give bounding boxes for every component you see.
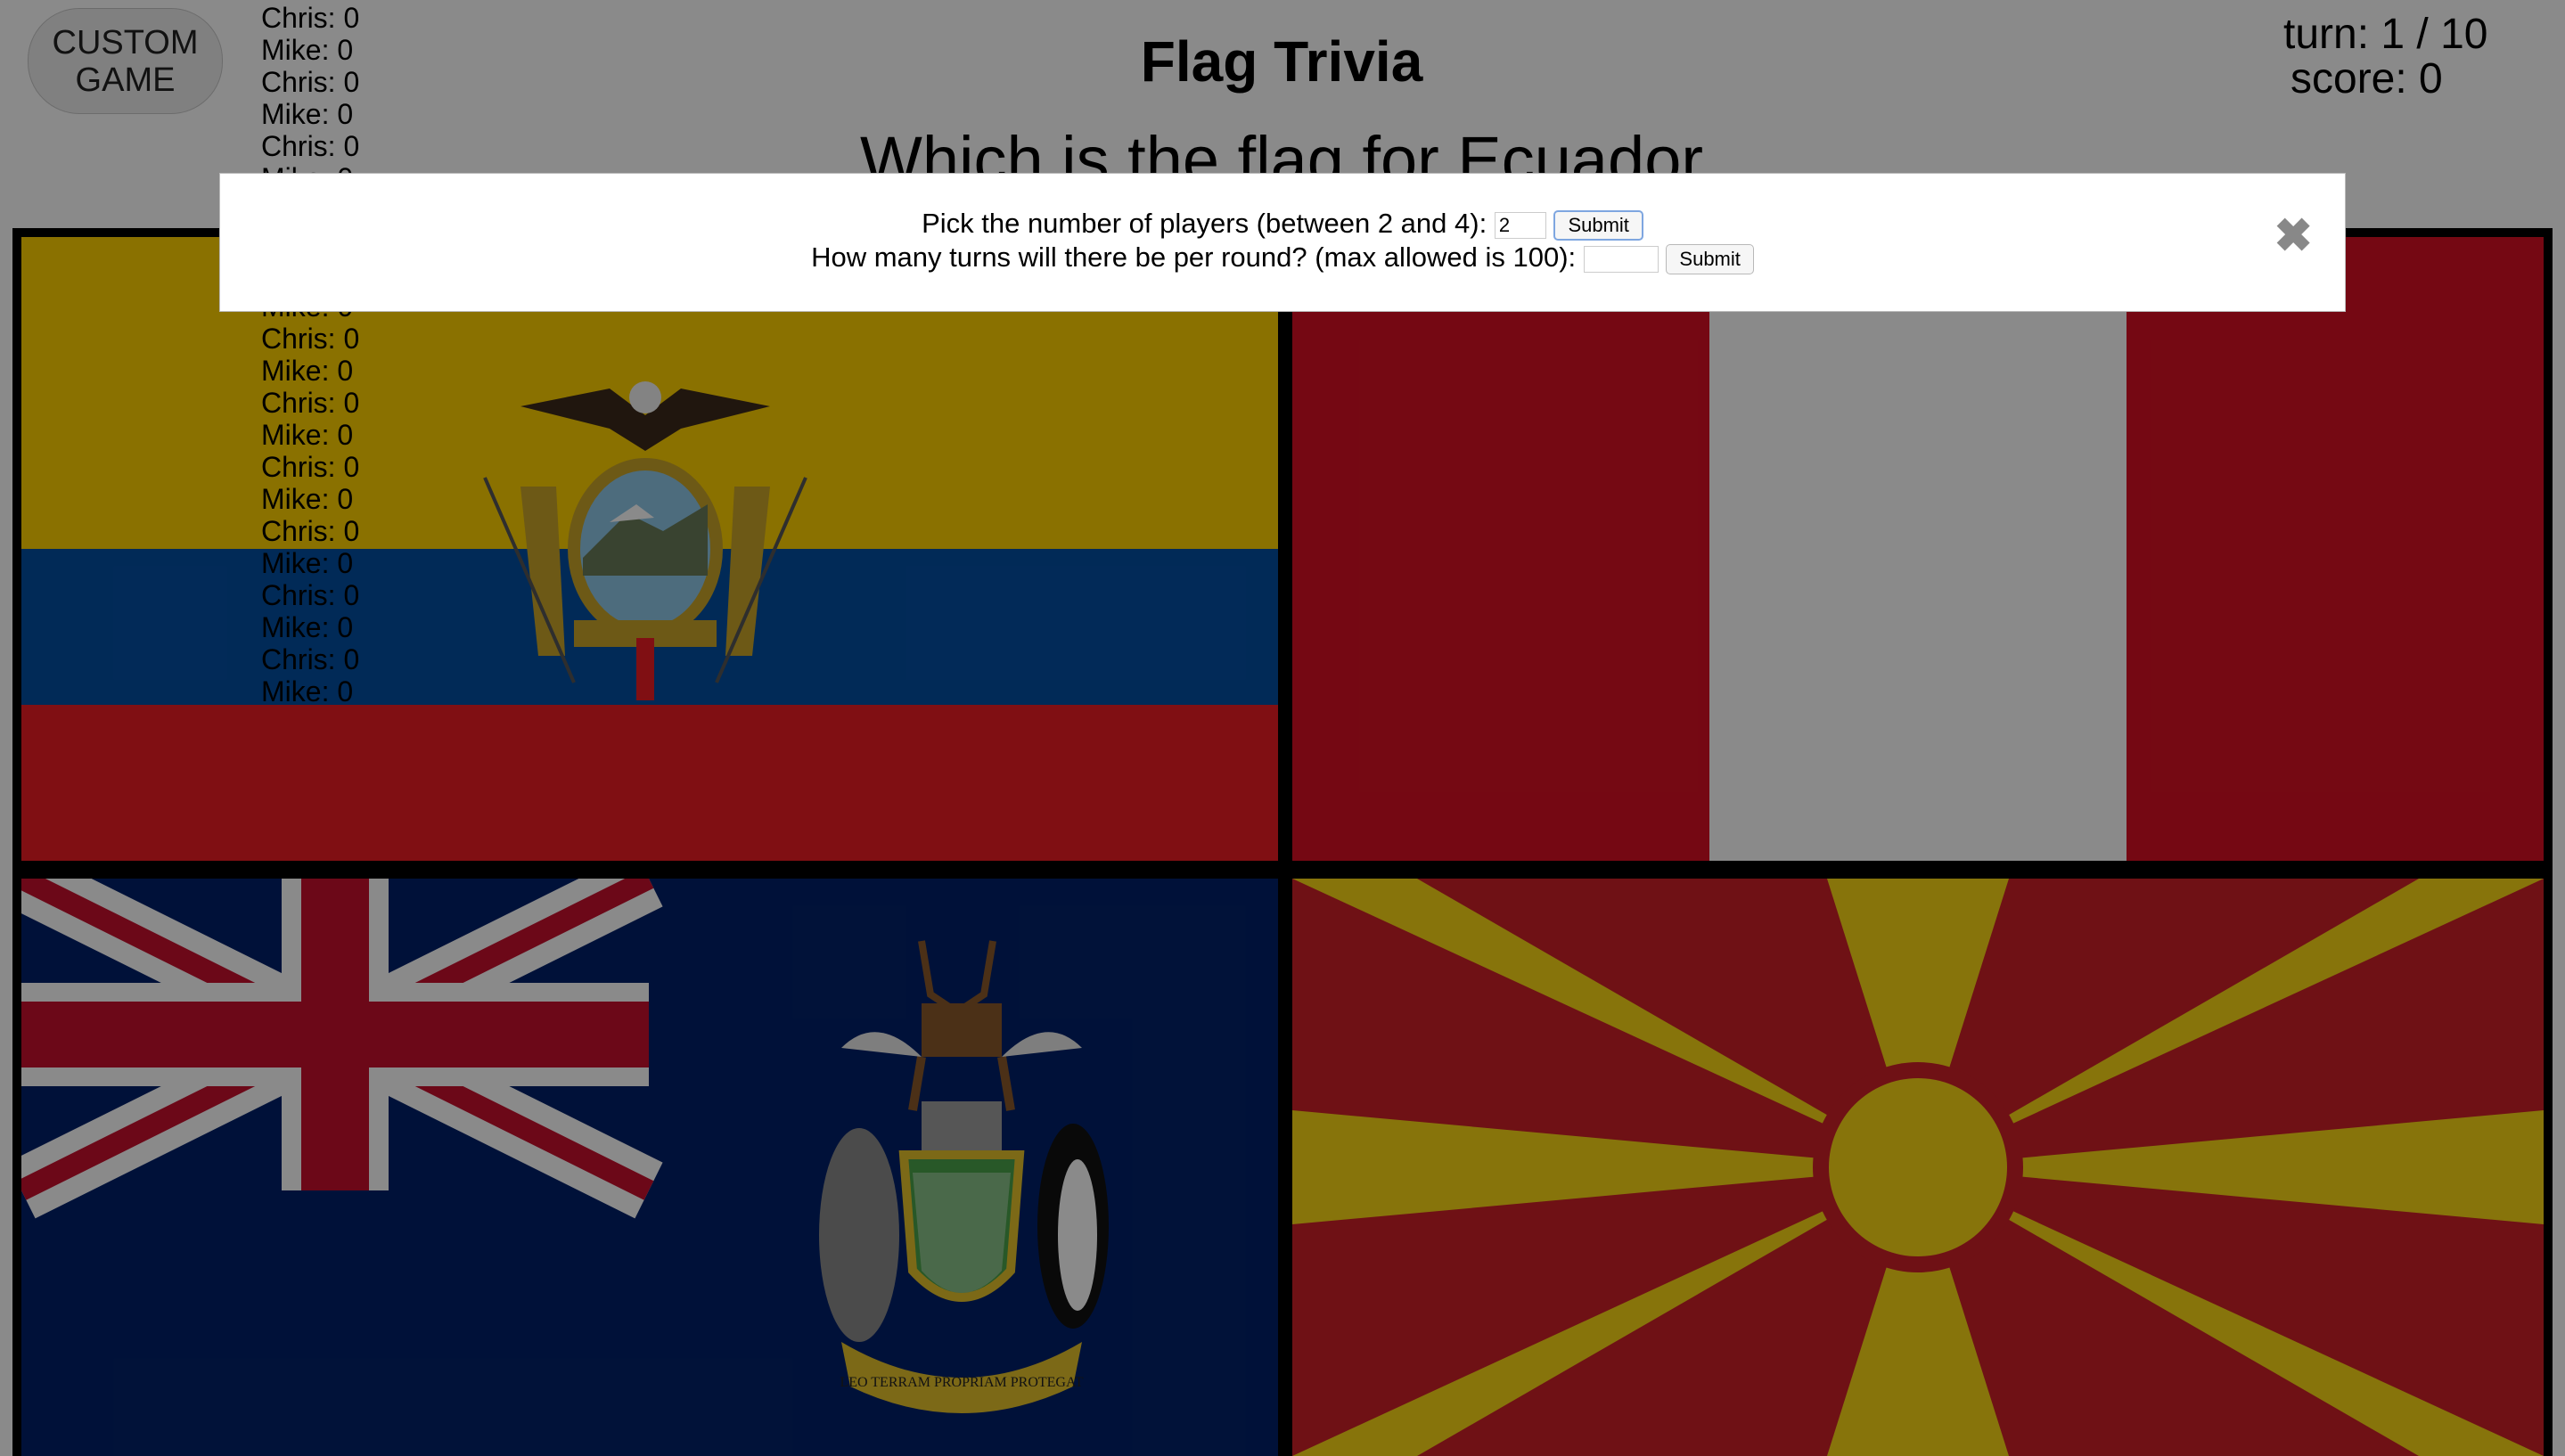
close-icon[interactable]: ✖ xyxy=(2274,213,2313,259)
turns-input[interactable] xyxy=(1583,245,1659,273)
flag-option-south-georgia[interactable]: LEO TERRAM PROPRIAM PROTEGAT xyxy=(21,879,1278,1456)
players-submit-button[interactable]: Submit xyxy=(1553,209,1643,241)
scoreboard-entry: Chris: 0 xyxy=(261,130,360,162)
scoreboard-entry: Mike: 0 xyxy=(261,419,354,451)
scoreboard-list: Chris: 0Mike: 0Chris: 0Mike: 0Chris: 0Mi… xyxy=(261,2,368,708)
scoreboard-entry: Mike: 0 xyxy=(261,675,354,708)
turns-row: How many turns will there be per round? … xyxy=(220,241,2345,274)
south-georgia-flag-icon: LEO TERRAM PROPRIAM PROTEGAT xyxy=(21,879,1278,1456)
flag-option-peru[interactable] xyxy=(1292,237,2544,861)
turns-prompt: How many turns will there be per round? … xyxy=(811,241,1577,273)
flag-option-north-macedonia[interactable] xyxy=(1292,879,2544,1456)
players-input[interactable] xyxy=(1494,211,1546,239)
flag-grid: LEO TERRAM PROPRIAM PROTEGAT xyxy=(12,228,2553,1456)
ecuador-flag-icon xyxy=(21,237,1278,861)
question-text: Which is the flag for Ecuador xyxy=(860,123,1703,180)
score-display: score: 0 xyxy=(2290,55,2443,102)
peru-flag-icon xyxy=(1292,237,2544,861)
scoreboard-entry: Chris: 0 xyxy=(261,387,360,419)
setup-modal: Pick the number of players (between 2 an… xyxy=(219,173,2346,312)
union-jack-icon xyxy=(21,879,663,1219)
scoreboard-entry: Chris: 0 xyxy=(261,66,360,98)
custom-game-button[interactable]: CUSTOM GAME xyxy=(28,8,223,114)
sgssi-motto-text: LEO TERRAM PROPRIAM PROTEGAT xyxy=(840,1375,1083,1390)
custom-game-label-line2: GAME xyxy=(75,61,176,99)
scoreboard-entry: Mike: 0 xyxy=(261,483,354,515)
scoreboard-entry: Mike: 0 xyxy=(261,34,354,66)
north-macedonia-flag-icon xyxy=(1292,879,2544,1456)
page-title: Flag Trivia xyxy=(1140,29,1423,94)
scoreboard-entry: Chris: 0 xyxy=(261,2,360,34)
players-prompt: Pick the number of players (between 2 an… xyxy=(922,208,1487,239)
scoreboard-entry: Mike: 0 xyxy=(261,355,354,387)
turn-counter: turn: 1 / 10 xyxy=(2283,11,2488,58)
scoreboard-entry: Mike: 0 xyxy=(261,547,354,579)
turns-submit-button[interactable]: Submit xyxy=(1666,243,1754,274)
scoreboard-entry: Chris: 0 xyxy=(261,323,360,355)
scoreboard-entry: Chris: 0 xyxy=(261,515,360,547)
game-status: turn: 1 / 10 score: 0 xyxy=(2283,12,2551,102)
custom-game-label-line1: CUSTOM xyxy=(52,23,199,61)
scoreboard-entry: Mike: 0 xyxy=(261,98,354,130)
scoreboard-entry: Chris: 0 xyxy=(261,579,360,611)
scoreboard-entry: Chris: 0 xyxy=(261,451,360,483)
players-row: Pick the number of players (between 2 an… xyxy=(220,208,2345,241)
scoreboard-entry: Mike: 0 xyxy=(261,611,354,643)
flag-option-ecuador[interactable] xyxy=(21,237,1278,861)
scoreboard-entry: Chris: 0 xyxy=(261,643,360,675)
